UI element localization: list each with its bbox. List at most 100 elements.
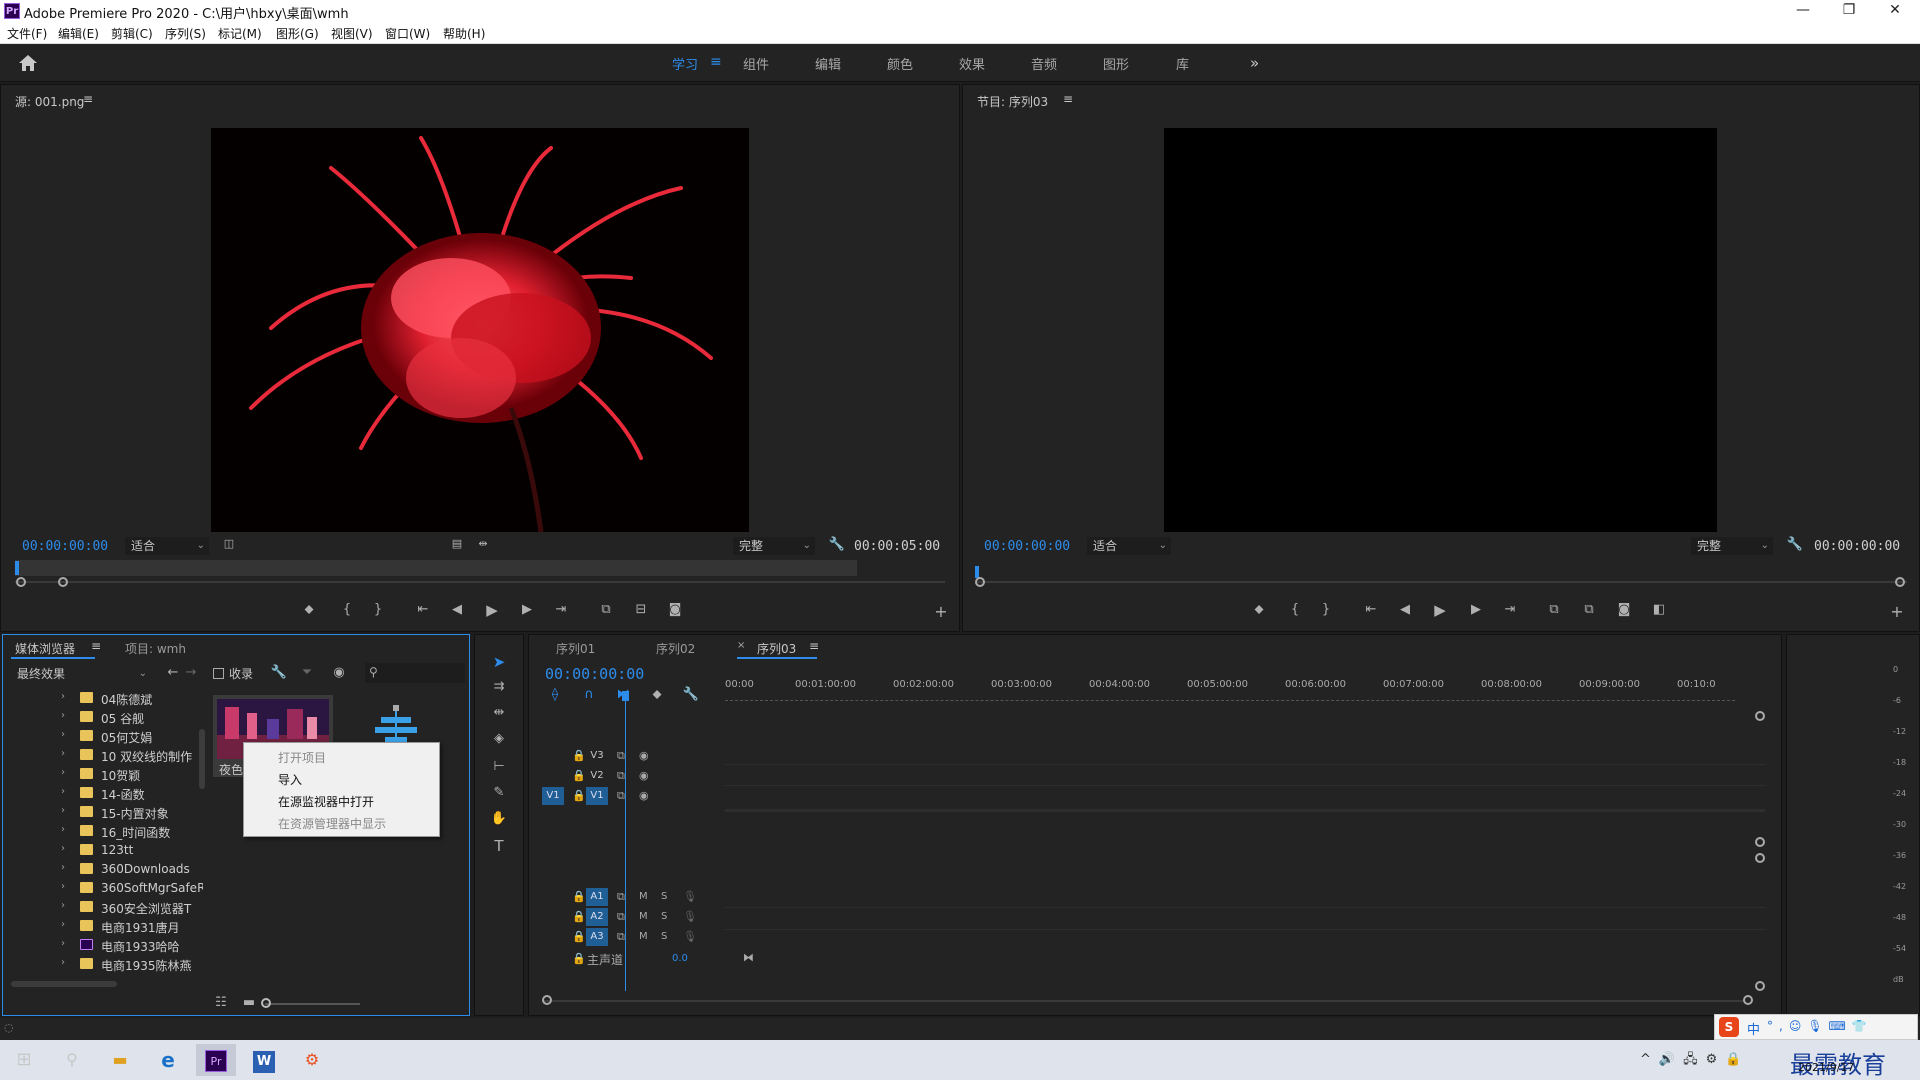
program-quality-dropdown[interactable]: 完整 ⌄	[1691, 537, 1773, 555]
chevron-right-icon[interactable]: ›	[61, 691, 65, 702]
chevron-right-icon[interactable]: ›	[61, 729, 65, 740]
icon-view-icon[interactable]: ▬	[239, 995, 259, 1010]
track-label-v2[interactable]: V2	[586, 767, 608, 785]
menu-sequence[interactable]: 序列(S)	[165, 25, 206, 42]
zoom-handle-left[interactable]	[975, 577, 985, 587]
workspace-tab-graphics[interactable]: 图形	[1103, 54, 1129, 73]
source-scrubber[interactable]	[15, 560, 857, 576]
chevron-right-icon[interactable]: ›	[61, 862, 65, 873]
list-item[interactable]: › 电商1931唐月	[3, 917, 203, 936]
track-label-v3[interactable]: V3	[586, 747, 608, 765]
type-tool-icon[interactable]: T	[489, 837, 509, 855]
lock-icon[interactable]: 🔒	[572, 930, 586, 943]
workspace-more-button[interactable]: »	[1250, 54, 1259, 72]
search-input[interactable]: ⚲	[365, 663, 465, 683]
chevron-right-icon[interactable]: ›	[61, 710, 65, 721]
button-editor-icon[interactable]: +	[931, 602, 951, 621]
play-icon[interactable]: ▶	[1430, 601, 1450, 619]
mute-button[interactable]: M	[639, 891, 648, 902]
list-item[interactable]: › 15-内置对象	[3, 803, 203, 822]
step-back-icon[interactable]: ◀	[1395, 602, 1415, 617]
list-item[interactable]: › 05何艾娟	[3, 727, 203, 746]
list-item[interactable]: › 16_时间函数	[3, 822, 203, 841]
comparison-view-icon[interactable]: ◧	[1649, 602, 1669, 617]
menu-help[interactable]: 帮助(H)	[443, 25, 485, 42]
tab-sequence-03[interactable]: 序列03	[757, 640, 796, 657]
solo-button[interactable]: S	[661, 891, 667, 902]
ime-tool-icons[interactable]: °,☺🎙⌨👕	[1767, 1019, 1873, 1033]
wrench-icon[interactable]: 🔧	[269, 665, 289, 680]
slip-tool-icon[interactable]: ⊢	[489, 759, 509, 774]
track-label-a1[interactable]: A1	[586, 888, 608, 906]
button-editor-icon[interactable]: +	[1887, 602, 1907, 621]
horizontal-scrollbar[interactable]	[11, 981, 117, 987]
chevron-right-icon[interactable]: ›	[61, 900, 65, 911]
sync-lock-icon[interactable]: ⧉	[617, 769, 625, 783]
scroll-handle[interactable]	[1755, 711, 1765, 721]
sync-lock-icon[interactable]: ⧉	[617, 890, 625, 904]
workspace-tab-color[interactable]: 颜色	[887, 54, 913, 73]
pen-tool-icon[interactable]: ✎	[489, 785, 509, 800]
chevron-right-icon[interactable]: ›	[61, 881, 65, 892]
lift-icon[interactable]: ⧉	[1544, 602, 1564, 617]
add-marker-icon[interactable]: ⬥	[647, 687, 667, 702]
restore-button[interactable]: ❐	[1826, 0, 1872, 22]
word-icon[interactable]: W	[244, 1044, 284, 1076]
ime-toolbar[interactable]: S 中 °,☺🎙⌨👕	[1714, 1014, 1918, 1040]
close-icon[interactable]: ×	[737, 640, 745, 651]
zoom-handle-right[interactable]	[1743, 995, 1753, 1005]
wrench-icon[interactable]: 🔧	[681, 687, 701, 702]
add-marker-icon[interactable]: ⬥	[1249, 602, 1269, 617]
lock-icon[interactable]: 🔒	[572, 952, 586, 965]
snap-icon[interactable]: ∩	[579, 687, 599, 702]
zoom-handle-right[interactable]	[1895, 577, 1905, 587]
tab-project[interactable]: 项目: wmh	[125, 640, 186, 657]
list-item[interactable]: › 360安全浏览器T	[3, 898, 203, 917]
insert-icon[interactable]: ⧉	[596, 602, 616, 617]
chevron-right-icon[interactable]: ›	[61, 767, 65, 778]
sync-lock-icon[interactable]: ⧉	[617, 910, 625, 924]
timeline-zoom-bar[interactable]	[543, 1000, 1743, 1002]
master-volume-value[interactable]: 0.0	[672, 953, 688, 964]
home-icon[interactable]	[18, 54, 38, 72]
windows-start-icon[interactable]: ⊞	[4, 1044, 44, 1076]
menu-item-open-project[interactable]: 打开项目	[278, 749, 326, 766]
solo-button[interactable]: S	[661, 931, 667, 942]
eye-icon[interactable]: ◉	[639, 749, 649, 762]
list-item[interactable]: › 05 谷舰	[3, 708, 203, 727]
zoom-slider-handle[interactable]	[261, 998, 271, 1008]
workspace-tab-effects[interactable]: 效果	[959, 54, 985, 73]
drag-video-icon[interactable]: ▤	[447, 537, 467, 550]
nest-toggle-icon[interactable]: ⟠	[545, 687, 565, 702]
menu-item-open-in-source-monitor[interactable]: 在源监视器中打开	[278, 793, 374, 810]
ripple-edit-tool-icon[interactable]: ⇹	[489, 705, 509, 720]
close-button[interactable]: ✕	[1872, 0, 1918, 22]
zoom-slider[interactable]	[265, 1003, 360, 1005]
lock-icon[interactable]: 🔒	[572, 890, 586, 903]
zoom-handle-left[interactable]	[542, 995, 552, 1005]
step-forward-icon[interactable]: ▶	[1466, 602, 1486, 617]
list-item[interactable]: › 10贺颖	[3, 765, 203, 784]
menu-item-import[interactable]: 导入	[278, 771, 302, 788]
playhead-handle[interactable]	[622, 691, 629, 701]
list-item[interactable]: › 14-函数	[3, 784, 203, 803]
panel-menu-icon[interactable]: ≡	[809, 639, 819, 653]
time-ruler[interactable]: 00:00 00:01:00:00 00:02:00:00 00:03:00:0…	[725, 679, 1765, 703]
menu-window[interactable]: 窗口(W)	[385, 25, 430, 42]
zoom-handle-right[interactable]	[58, 577, 68, 587]
zoom-bar[interactable]	[15, 581, 945, 583]
play-icon[interactable]: ▶	[482, 601, 502, 619]
track-label-a3[interactable]: A3	[586, 928, 608, 946]
step-forward-icon[interactable]: ▶	[517, 602, 537, 617]
source-quality-dropdown[interactable]: 完整 ⌄	[733, 537, 815, 555]
list-item[interactable]: ›360SoftMgrSafeRur	[3, 879, 203, 898]
go-to-out-icon[interactable]: ⇥	[1500, 602, 1520, 617]
filter-icon[interactable]: ⏷	[297, 665, 317, 680]
lock-icon[interactable]: 🔒	[572, 789, 586, 802]
chevron-right-icon[interactable]: ›	[61, 786, 65, 797]
source-patch-v1[interactable]: V1	[542, 787, 564, 805]
back-arrow-icon[interactable]: ←	[163, 665, 183, 680]
program-timecode[interactable]: 00:00:00:00	[984, 539, 1070, 554]
workspace-tab-editing[interactable]: 编辑	[815, 54, 841, 73]
microphone-icon[interactable]: 🎙	[683, 930, 697, 943]
